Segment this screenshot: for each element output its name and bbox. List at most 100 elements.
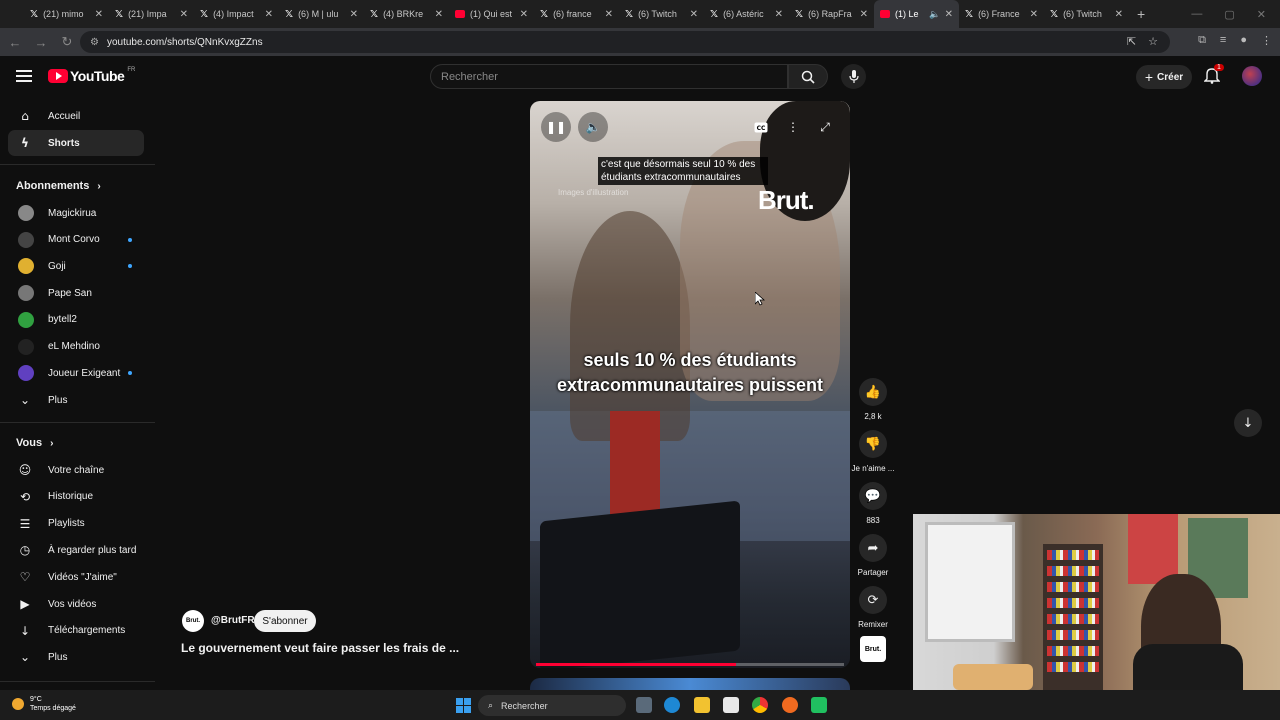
sidebar-item-shorts[interactable]: ϟ Shorts	[8, 130, 144, 156]
sidebar-item-home[interactable]: ⌂ Accueil	[8, 103, 144, 129]
bookmark-star-icon[interactable]: ☆	[1148, 35, 1158, 48]
you-header[interactable]: Vous ›	[16, 437, 53, 449]
x-icon: 𝕏	[200, 8, 209, 20]
site-info-icon[interactable]: ⚙	[90, 37, 99, 48]
subscription-item[interactable]: Goji	[8, 253, 144, 279]
more-options-button[interactable]: ⋮	[778, 112, 808, 142]
browser-tab[interactable]: 𝕏 (6) Twitch ✕	[1044, 0, 1129, 28]
subscription-item[interactable]: Mont Corvo	[8, 227, 144, 253]
close-window-icon[interactable]: ✕	[1257, 8, 1266, 21]
remix-button[interactable]: ⟳	[859, 586, 887, 614]
video-progress-bar[interactable]	[536, 663, 844, 666]
chrome-icon[interactable]	[752, 697, 768, 713]
subscription-item[interactable]: bytell2	[8, 307, 144, 333]
channel-name[interactable]: @BrutFR	[211, 615, 255, 626]
forward-icon[interactable]: →	[30, 35, 52, 50]
browser-menu-icon[interactable]: ⋮	[1261, 34, 1272, 47]
browser-tab[interactable]: (1) Le 🔈 ✕	[874, 0, 959, 28]
close-tab-icon[interactable]: ✕	[775, 9, 783, 20]
profile-icon[interactable]: ●	[1240, 34, 1247, 47]
browser-tab[interactable]: 𝕏 (6) Twitch ✕	[619, 0, 704, 28]
close-tab-icon[interactable]: ✕	[520, 9, 528, 20]
close-tab-icon[interactable]: ✕	[605, 9, 613, 20]
tab-audio-icon[interactable]: 🔈	[929, 9, 940, 20]
reload-icon[interactable]: ↻	[56, 34, 78, 50]
close-tab-icon[interactable]: ✕	[1115, 9, 1123, 20]
sidebar-item-watch-later[interactable]: ◷ À regarder plus tard	[8, 537, 144, 563]
maximize-icon[interactable]: ▢	[1224, 8, 1234, 21]
close-tab-icon[interactable]: ✕	[860, 9, 868, 20]
windows-start-icon[interactable]	[456, 698, 471, 713]
close-tab-icon[interactable]: ✕	[1030, 9, 1038, 20]
sound-thumbnail[interactable]: Brut.	[860, 636, 886, 662]
browser-tab[interactable]: 𝕏 (4) Impact ✕	[194, 0, 279, 28]
media-control-icon[interactable]: ≡	[1220, 34, 1226, 47]
voice-search-button[interactable]	[841, 64, 866, 89]
browser-tab[interactable]: 𝕏 (6) M | ulu ✕	[279, 0, 364, 28]
browser-tab[interactable]: 𝕏 (6) France ✕	[959, 0, 1044, 28]
close-tab-icon[interactable]: ✕	[265, 9, 273, 20]
captions-button[interactable]: CC	[746, 112, 776, 142]
sidebar-item-history[interactable]: ⟲ Historique	[8, 484, 144, 510]
dislike-button[interactable]: 👎	[859, 430, 887, 458]
browser-tab[interactable]: 𝕏 (6) Astéric ✕	[704, 0, 789, 28]
install-app-icon[interactable]: ⇱	[1127, 35, 1136, 48]
close-tab-icon[interactable]: ✕	[945, 9, 953, 20]
pause-button[interactable]: ❚❚	[541, 112, 571, 142]
browser-tab[interactable]: (1) Qui est ✕	[449, 0, 534, 28]
browser-tab[interactable]: 𝕏 (6) RapFra ✕	[789, 0, 874, 28]
subscription-item[interactable]: Magickirua	[8, 200, 144, 226]
browser-tab[interactable]: 𝕏 (21) Impa ✕	[109, 0, 194, 28]
browser-tab[interactable]: 𝕏 (4) BRKre ✕	[364, 0, 449, 28]
omnibox[interactable]: ⚙ youtube.com/shorts/QNnKvxgZZns ⇱ ☆	[80, 31, 1170, 53]
volume-button[interactable]: 🔈	[578, 112, 608, 142]
task-view-icon[interactable]	[636, 697, 652, 713]
weather-widget[interactable]: 9°C Temps dégagé	[12, 695, 76, 713]
subscription-item[interactable]: Pape San	[8, 280, 144, 306]
close-tab-icon[interactable]: ✕	[435, 9, 443, 20]
subscriptions-header[interactable]: Abonnements ›	[16, 180, 101, 192]
edge-icon[interactable]	[664, 697, 680, 713]
subscription-item[interactable]: Joueur Exigeant	[8, 360, 144, 386]
search-input[interactable]	[441, 70, 761, 83]
new-tab-icon[interactable]: +	[1137, 6, 1145, 22]
back-icon[interactable]: ←	[4, 35, 26, 50]
close-tab-icon[interactable]: ✕	[95, 9, 103, 20]
subscriptions-more[interactable]: ⌄ Plus	[8, 387, 144, 413]
subscribe-button[interactable]: S'abonner	[254, 610, 316, 632]
fullscreen-button[interactable]: ⤢	[810, 112, 840, 142]
account-avatar[interactable]	[1242, 66, 1262, 86]
close-tab-icon[interactable]: ✕	[350, 9, 358, 20]
sidebar-item-playlist[interactable]: ☰ Playlists	[8, 511, 144, 537]
notifications-button[interactable]: 1	[1203, 64, 1224, 88]
taskbar-search[interactable]: ⌕ Rechercher	[478, 695, 626, 716]
comments-button[interactable]: 💬	[859, 482, 887, 510]
browser-tab[interactable]: 𝕏 (6) france ✕	[534, 0, 619, 28]
close-tab-icon[interactable]: ✕	[690, 9, 698, 20]
share-button[interactable]: ➦	[859, 534, 887, 562]
extensions-icon[interactable]: ⧉	[1198, 34, 1206, 47]
subscription-item[interactable]: eL Mehdino	[8, 334, 144, 360]
sidebar-item-channel[interactable]: ☺ Votre chaîne	[8, 457, 144, 483]
search-button[interactable]	[788, 64, 828, 89]
file-explorer-icon[interactable]	[694, 697, 710, 713]
create-button[interactable]: + Créer	[1136, 65, 1192, 89]
you-more[interactable]: ⌄ Plus	[8, 644, 144, 670]
sidebar-item-download[interactable]: ↓ Téléchargements	[8, 618, 144, 644]
sidebar-item-like[interactable]: ♡ Vidéos "J'aime"	[8, 564, 144, 590]
short-title[interactable]: Le gouvernement veut faire passer les fr…	[181, 641, 459, 655]
app-icon[interactable]	[811, 697, 827, 713]
like-button[interactable]: 👍	[859, 378, 887, 406]
store-icon[interactable]	[723, 697, 739, 713]
close-tab-icon[interactable]: ✕	[180, 9, 188, 20]
minimize-icon[interactable]: —	[1191, 8, 1202, 20]
sidebar-item-video[interactable]: ▶ Vos vidéos	[8, 591, 144, 617]
menu-icon[interactable]	[16, 70, 32, 82]
channel-avatar[interactable]: Brut.	[182, 610, 204, 632]
browser-tab[interactable]: 𝕏 (21) mimo ✕	[24, 0, 109, 28]
next-short-preview[interactable]	[530, 678, 850, 690]
firefox-icon[interactable]	[782, 697, 798, 713]
short-video-player[interactable]: ❚❚ 🔈 CC ⋮ ⤢ c'est que désormais seul 10 …	[530, 101, 850, 668]
next-short-button[interactable]: ↓	[1234, 409, 1262, 437]
youtube-logo[interactable]: YouTube FR	[48, 67, 135, 84]
